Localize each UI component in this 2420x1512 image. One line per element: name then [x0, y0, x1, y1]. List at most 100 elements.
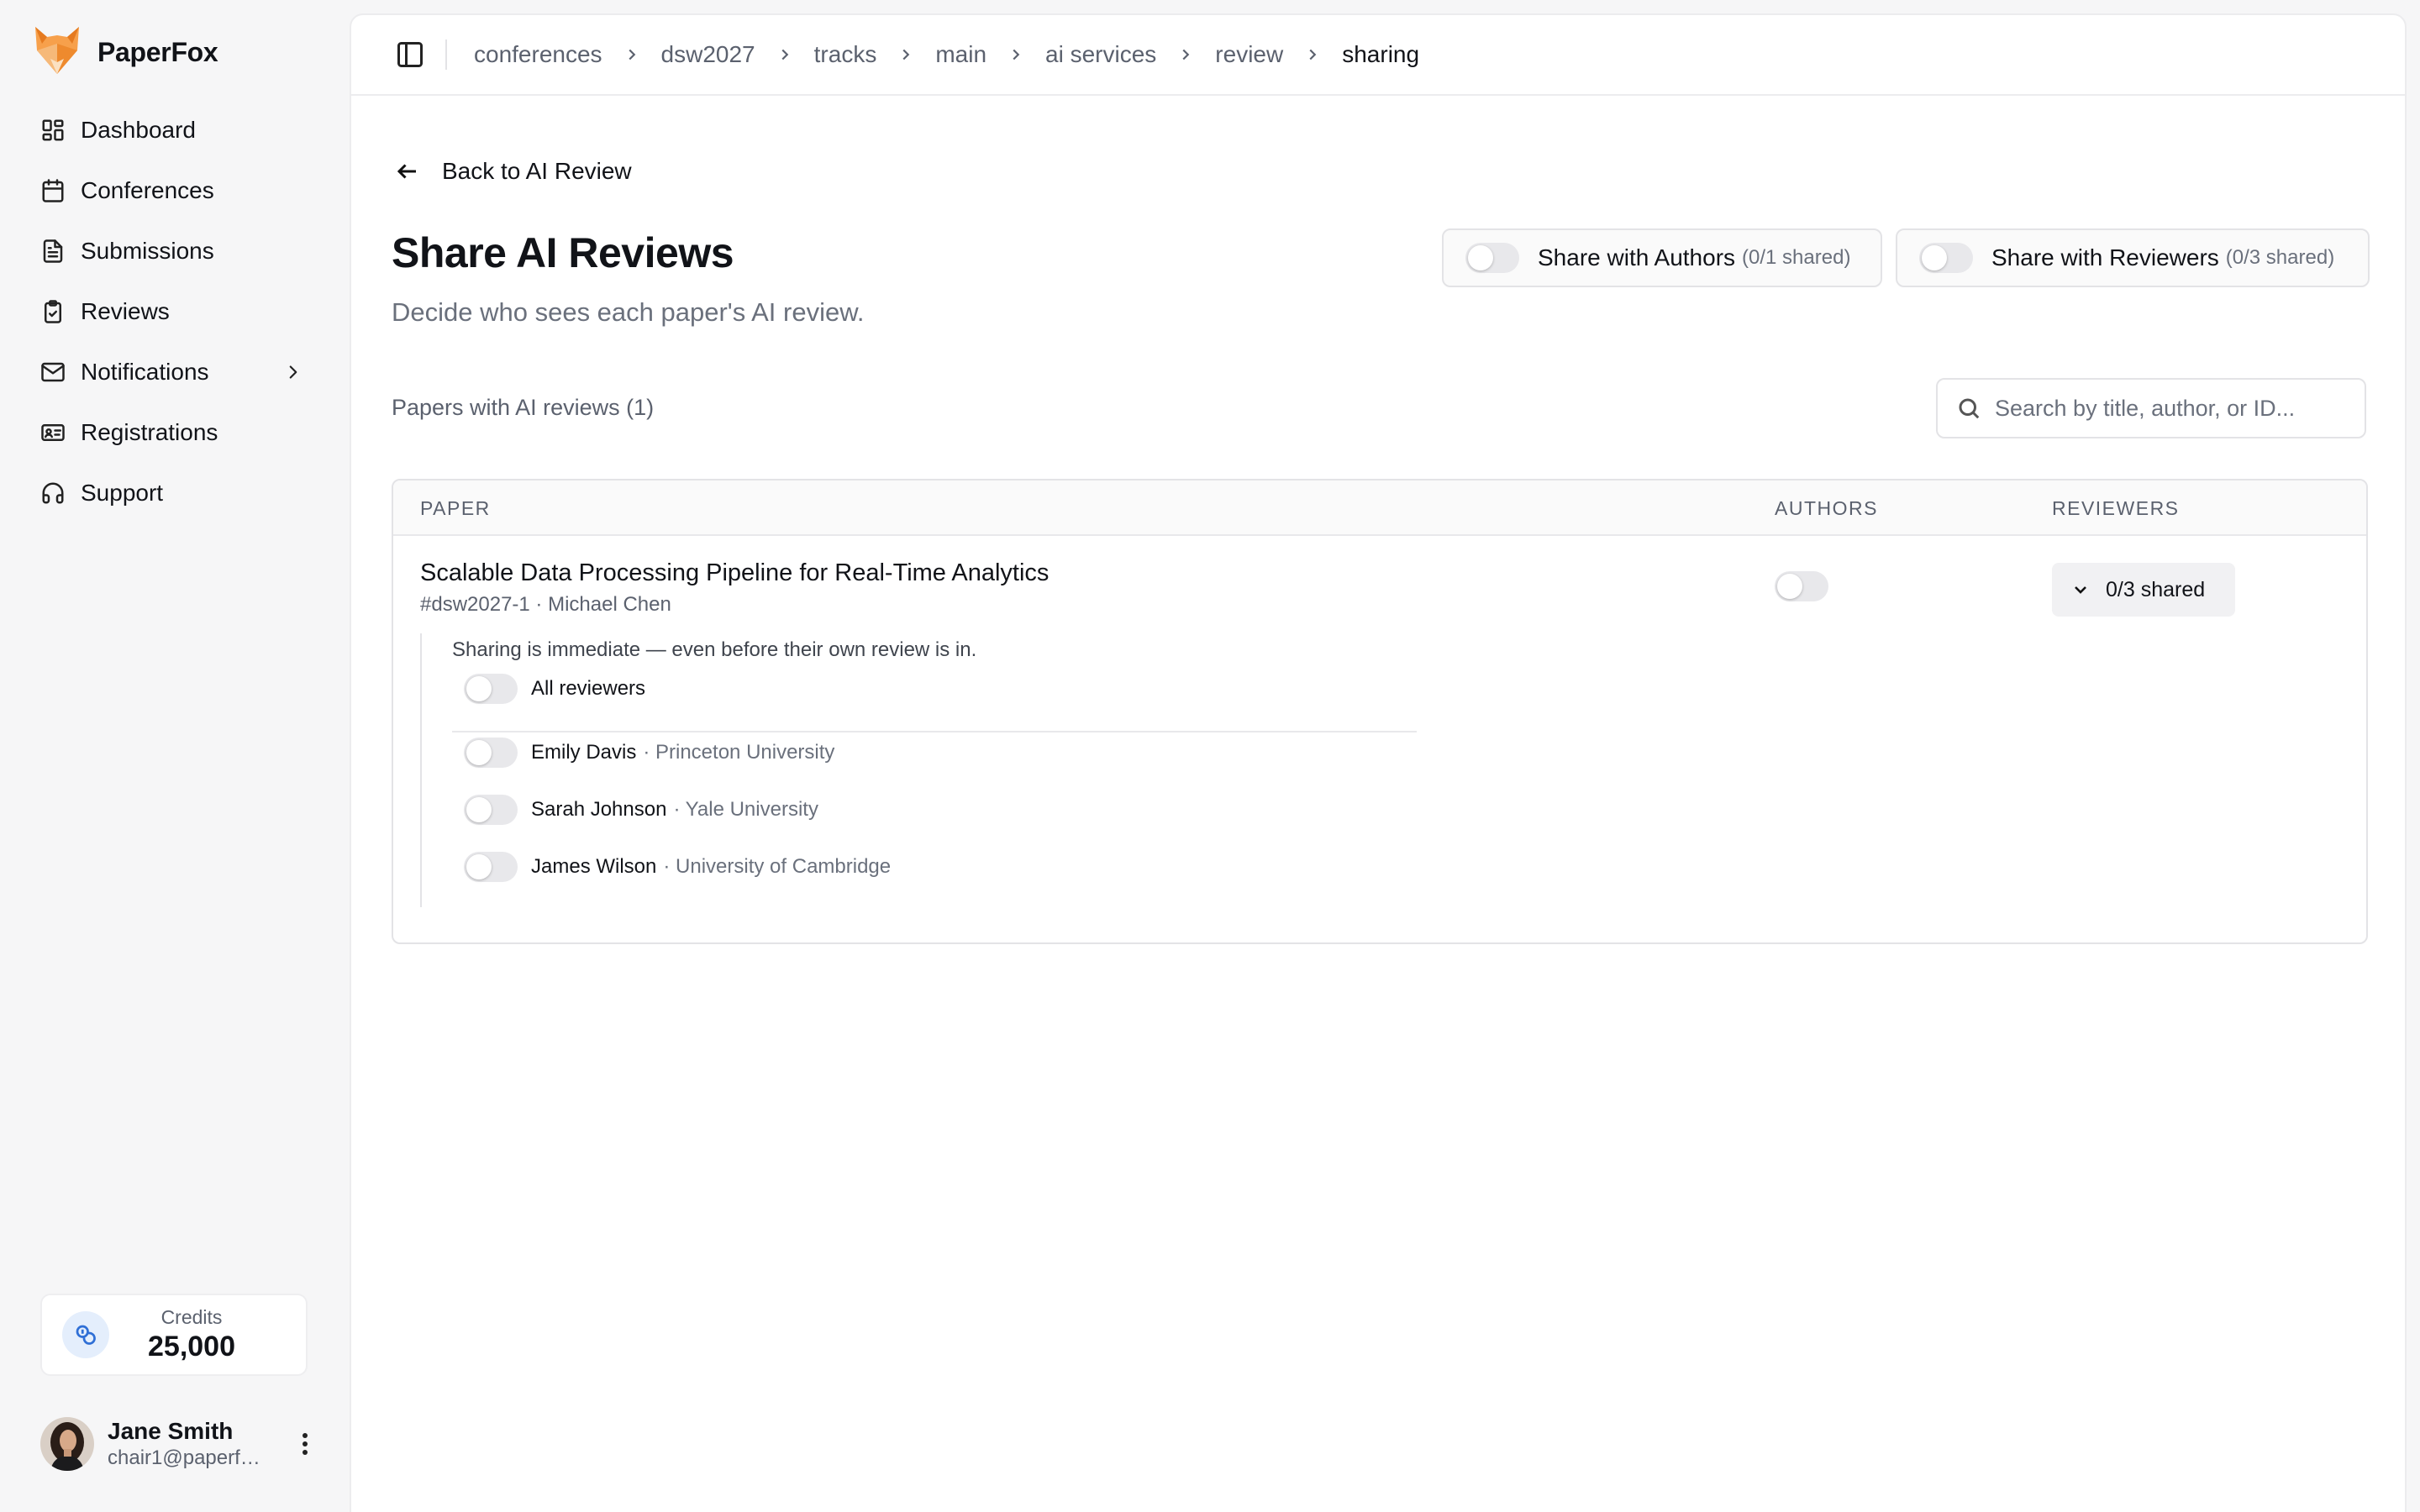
breadcrumb-ai-services[interactable]: ai services	[1045, 41, 1156, 68]
reviewer-name: Sarah Johnson	[531, 798, 667, 821]
chevron-right-icon	[1182, 49, 1190, 60]
table-header: PAPER AUTHORS REVIEWERS	[393, 480, 2366, 536]
chevron-right-icon	[289, 365, 297, 379]
credits-label: Credits	[160, 1306, 223, 1328]
breadcrumb-conferences[interactable]: conferences	[474, 41, 602, 68]
panel-left-icon	[397, 42, 423, 67]
reviewer-share-toggle[interactable]	[464, 795, 518, 825]
topbar: conferences dsw2027 tracks main ai servi…	[351, 15, 2405, 96]
divider	[452, 731, 1417, 732]
main-panel: conferences dsw2027 tracks main ai servi…	[350, 13, 2407, 1512]
share-authors-count: (0/1 shared)	[1742, 246, 1851, 269]
share-authors-label: Share with Authors	[1538, 244, 1736, 270]
papers-count-label: Papers with AI reviews (1)	[392, 395, 655, 420]
avatar	[40, 1417, 94, 1471]
column-header-paper: PAPER	[420, 497, 491, 519]
back-label: Back to AI Review	[442, 158, 632, 184]
more-vertical-icon[interactable]	[292, 1427, 318, 1461]
reviewer-name: Emily Davis	[531, 741, 637, 764]
page-subtitle: Decide who sees each paper's AI review.	[392, 297, 865, 327]
sidebar-item-label: Registrations	[81, 419, 218, 445]
divider	[445, 39, 447, 70]
column-header-reviewers: REVIEWERS	[2052, 497, 2180, 519]
reviewer-sharing-panel: Sharing is immediate — even before their…	[420, 633, 1428, 907]
clipboard-check-icon	[45, 300, 61, 323]
reviewer-row: Emily Davis · Princeton University	[464, 738, 834, 768]
dashboard-icon	[42, 119, 64, 141]
breadcrumb: conferences dsw2027 tracks main ai servi…	[474, 41, 1419, 68]
mail-icon	[41, 362, 65, 382]
sharing-note: Sharing is immediate — even before their…	[452, 638, 977, 661]
user-name: Jane Smith	[108, 1418, 234, 1444]
share-authors-toggle[interactable]	[1465, 243, 1519, 273]
breadcrumb-current: sharing	[1342, 41, 1420, 67]
paper-title: Scalable Data Processing Pipeline for Re…	[420, 559, 1050, 586]
share-reviewers-toggle[interactable]	[1919, 243, 1973, 273]
share-with-authors-button[interactable]: Share with Authors (0/1 shared)	[1442, 228, 1882, 287]
id-card-icon	[41, 424, 65, 441]
chevron-right-icon	[1309, 49, 1317, 60]
all-reviewers-label: All reviewers	[531, 677, 646, 700]
sidebar-item-label: Notifications	[81, 359, 209, 385]
sidebar-nav: Dashboard Conferences Submissions Review…	[20, 104, 316, 528]
document-icon	[43, 239, 63, 263]
sidebar-item-label: Reviews	[81, 298, 170, 324]
reviewer-row: James Wilson · University of Cambridge	[464, 852, 891, 882]
chevron-right-icon	[1013, 49, 1020, 60]
sidebar-item-support[interactable]: Support	[20, 467, 316, 519]
page-title: Share AI Reviews	[392, 229, 734, 276]
search-box[interactable]	[1936, 378, 2366, 438]
paper-meta: #dsw2027-1 · Michael Chen	[420, 593, 671, 616]
all-reviewers-toggle[interactable]	[464, 674, 518, 704]
credits-value: 25,000	[148, 1331, 235, 1362]
sidebar-item-label: Conferences	[81, 177, 214, 203]
headphones-icon	[42, 482, 64, 504]
share-reviewers-count: (0/3 shared)	[2225, 246, 2335, 269]
search-input[interactable]	[1995, 395, 2348, 422]
reviewer-affiliation: · Yale University	[673, 798, 818, 821]
arrow-left-icon	[397, 164, 416, 179]
sidebar-item-registrations[interactable]: Registrations	[20, 407, 316, 459]
table-row: Scalable Data Processing Pipeline for Re…	[393, 536, 2366, 942]
reviewer-name: James Wilson	[531, 855, 657, 878]
user-menu[interactable]: Jane Smith chair1@paperfox.ai	[40, 1416, 318, 1472]
calendar-icon	[42, 179, 64, 202]
reviewer-share-toggle[interactable]	[464, 852, 518, 882]
fox-logo-icon	[34, 25, 81, 80]
chevron-down-icon	[2075, 586, 2086, 594]
all-reviewers-row: All reviewers	[464, 674, 645, 704]
credits-card[interactable]: Credits 25,000	[40, 1294, 308, 1376]
sidebar-item-submissions[interactable]: Submissions	[20, 225, 316, 277]
authors-share-toggle[interactable]	[1775, 571, 1828, 601]
search-icon	[1959, 398, 1980, 419]
reviewer-row: Sarah Johnson · Yale University	[464, 795, 818, 825]
share-with-reviewers-button[interactable]: Share with Reviewers (0/3 shared)	[1896, 228, 2370, 287]
reviewer-affiliation: · Princeton University	[643, 741, 835, 764]
sidebar-item-notifications[interactable]: Notifications	[20, 346, 316, 398]
sidebar-item-dashboard[interactable]: Dashboard	[20, 104, 316, 156]
reviewers-dropdown-button[interactable]: 0/3 shared	[2052, 563, 2235, 617]
breadcrumb-track[interactable]: main	[935, 41, 986, 68]
brand-name: PaperFox	[97, 36, 218, 67]
coins-icon	[62, 1311, 109, 1358]
sidebar: PaperFox Dashboard Conferences Submissio…	[0, 0, 346, 1512]
papers-table: PAPER AUTHORS REVIEWERS Scalable Data Pr…	[392, 479, 2368, 944]
breadcrumb-tracks[interactable]: tracks	[814, 41, 877, 68]
back-link[interactable]: Back to AI Review	[395, 158, 632, 185]
column-header-authors: AUTHORS	[1775, 497, 1878, 519]
sidebar-item-conferences[interactable]: Conferences	[20, 165, 316, 217]
reviewer-share-toggle[interactable]	[464, 738, 518, 768]
chevron-right-icon	[629, 49, 635, 60]
user-email: chair1@paperfox.ai	[108, 1446, 267, 1469]
chevron-right-icon	[902, 49, 910, 60]
breadcrumb-conference[interactable]: dsw2027	[661, 41, 755, 68]
sidebar-item-label: Dashboard	[81, 117, 196, 143]
share-reviewers-label: Share with Reviewers	[1991, 244, 2219, 270]
breadcrumb-review[interactable]: review	[1215, 41, 1283, 68]
sidebar-item-reviews[interactable]: Reviews	[20, 286, 316, 338]
chevron-right-icon	[781, 49, 788, 60]
reviewers-summary: 0/3 shared	[2106, 577, 2206, 601]
sidebar-toggle-button[interactable]	[395, 39, 425, 70]
reviewer-affiliation: · University of Cambridge	[663, 855, 892, 878]
brand[interactable]: PaperFox	[34, 25, 218, 80]
